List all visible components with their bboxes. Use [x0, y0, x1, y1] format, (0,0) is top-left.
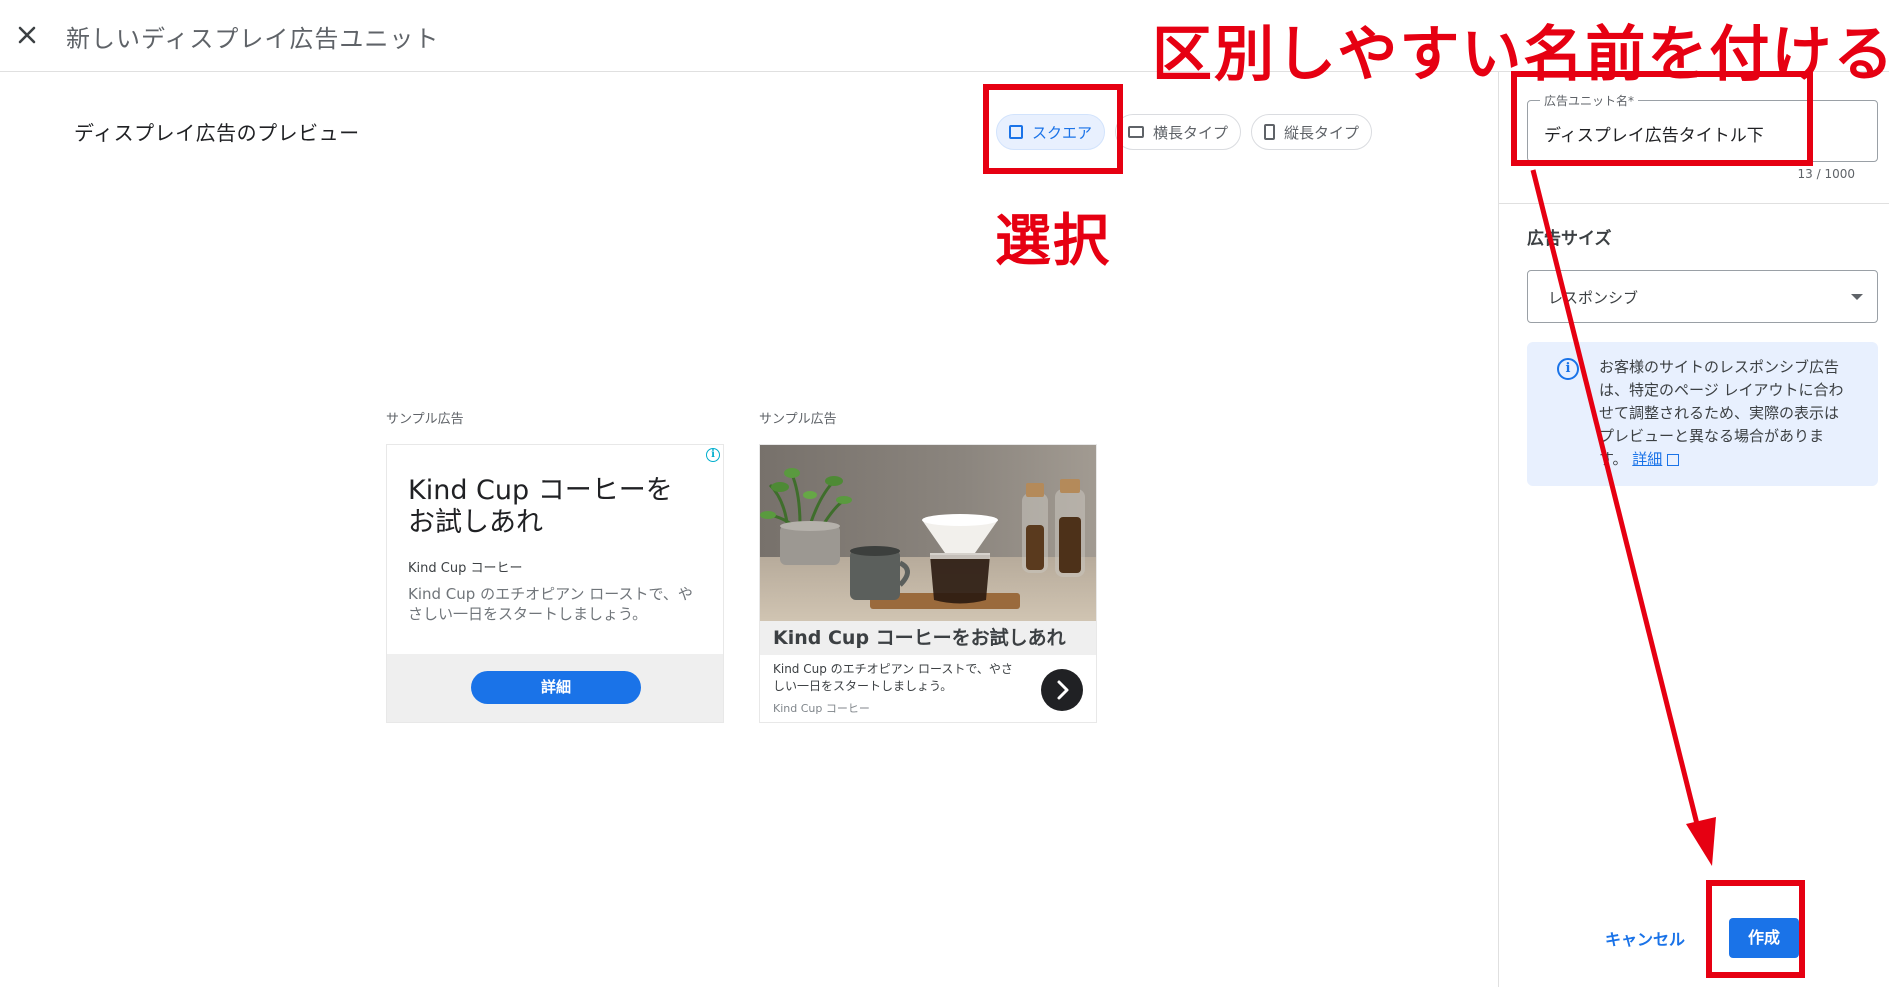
ad-headline: Kind Cup コーヒーを お試しあれ [408, 475, 673, 538]
sample-ad-image: Kind Cup コーヒーをお試しあれ Kind Cup のエチオピアン ロース… [759, 444, 1097, 723]
ad-info-icon[interactable]: i [706, 448, 720, 462]
info-icon: i [1557, 358, 1579, 380]
ad-cta-button[interactable]: 詳細 [471, 671, 641, 704]
tab-landscape[interactable]: 横長タイプ [1115, 114, 1242, 150]
page-title: 新しいディスプレイ広告ユニット [66, 25, 440, 53]
ad-description: Kind Cup のエチオピアン ローストで、やさしい一日をスタートしましょう。 [408, 585, 693, 623]
annotation-select-hint: 選択 [995, 209, 1111, 274]
learn-more-link[interactable]: 詳細 [1632, 450, 1662, 468]
annotation-box-tab [983, 84, 1123, 174]
landscape-icon [1128, 126, 1145, 138]
ad-footer: 詳細 [387, 654, 723, 722]
portrait-icon [1264, 124, 1276, 140]
sample-ad-label: サンプル広告 [759, 412, 837, 427]
info-notice: i お客様のサイトのレスポンシブ広告は、特定のページ レイアウトに合わせて調整さ… [1527, 342, 1878, 486]
tab-portrait[interactable]: 縦長タイプ [1251, 114, 1373, 150]
ad-brand: Kind Cup コーヒー [773, 702, 870, 715]
external-link-icon [1667, 453, 1680, 466]
chevron-right-icon[interactable] [1041, 669, 1083, 711]
annotation-box-name [1511, 71, 1813, 166]
ad-headline: Kind Cup コーヒーをお試しあれ [760, 621, 1096, 655]
info-text: お客様のサイトのレスポンシブ広告は、特定のページ レイアウトに合わせて調整される… [1599, 356, 1851, 471]
ad-size-select[interactable]: レスポンシブ [1527, 270, 1878, 323]
ad-brand: Kind Cup コーヒー [408, 561, 523, 576]
sample-ad-label: サンプル広告 [386, 412, 464, 427]
cancel-button[interactable]: キャンセル [1605, 926, 1685, 950]
ad-description: Kind Cup のエチオピアン ローストで、やさしい一日をスタートしましょう。 [773, 662, 1013, 693]
tab-label: 横長タイプ [1153, 123, 1229, 142]
tab-label: 縦長タイプ [1284, 123, 1360, 142]
sample-ad-text: i Kind Cup コーヒーを お試しあれ Kind Cup コーヒー Kin… [386, 444, 724, 723]
preview-title: ディスプレイ広告のプレビュー [74, 121, 360, 145]
coffee-photo [760, 445, 1096, 621]
ad-size-label: 広告サイズ [1527, 229, 1612, 249]
dropdown-arrow-icon [1851, 294, 1863, 300]
divider [1499, 203, 1889, 204]
close-icon[interactable] [12, 20, 42, 50]
annotation-box-create [1706, 880, 1805, 978]
char-counter: 13 / 1000 [1797, 167, 1855, 181]
settings-panel: 広告ユニット名* ディスプレイ広告タイトル下 13 / 1000 広告サイズ レ… [1498, 72, 1889, 987]
ad-size-value: レスポンシブ [1548, 289, 1639, 307]
